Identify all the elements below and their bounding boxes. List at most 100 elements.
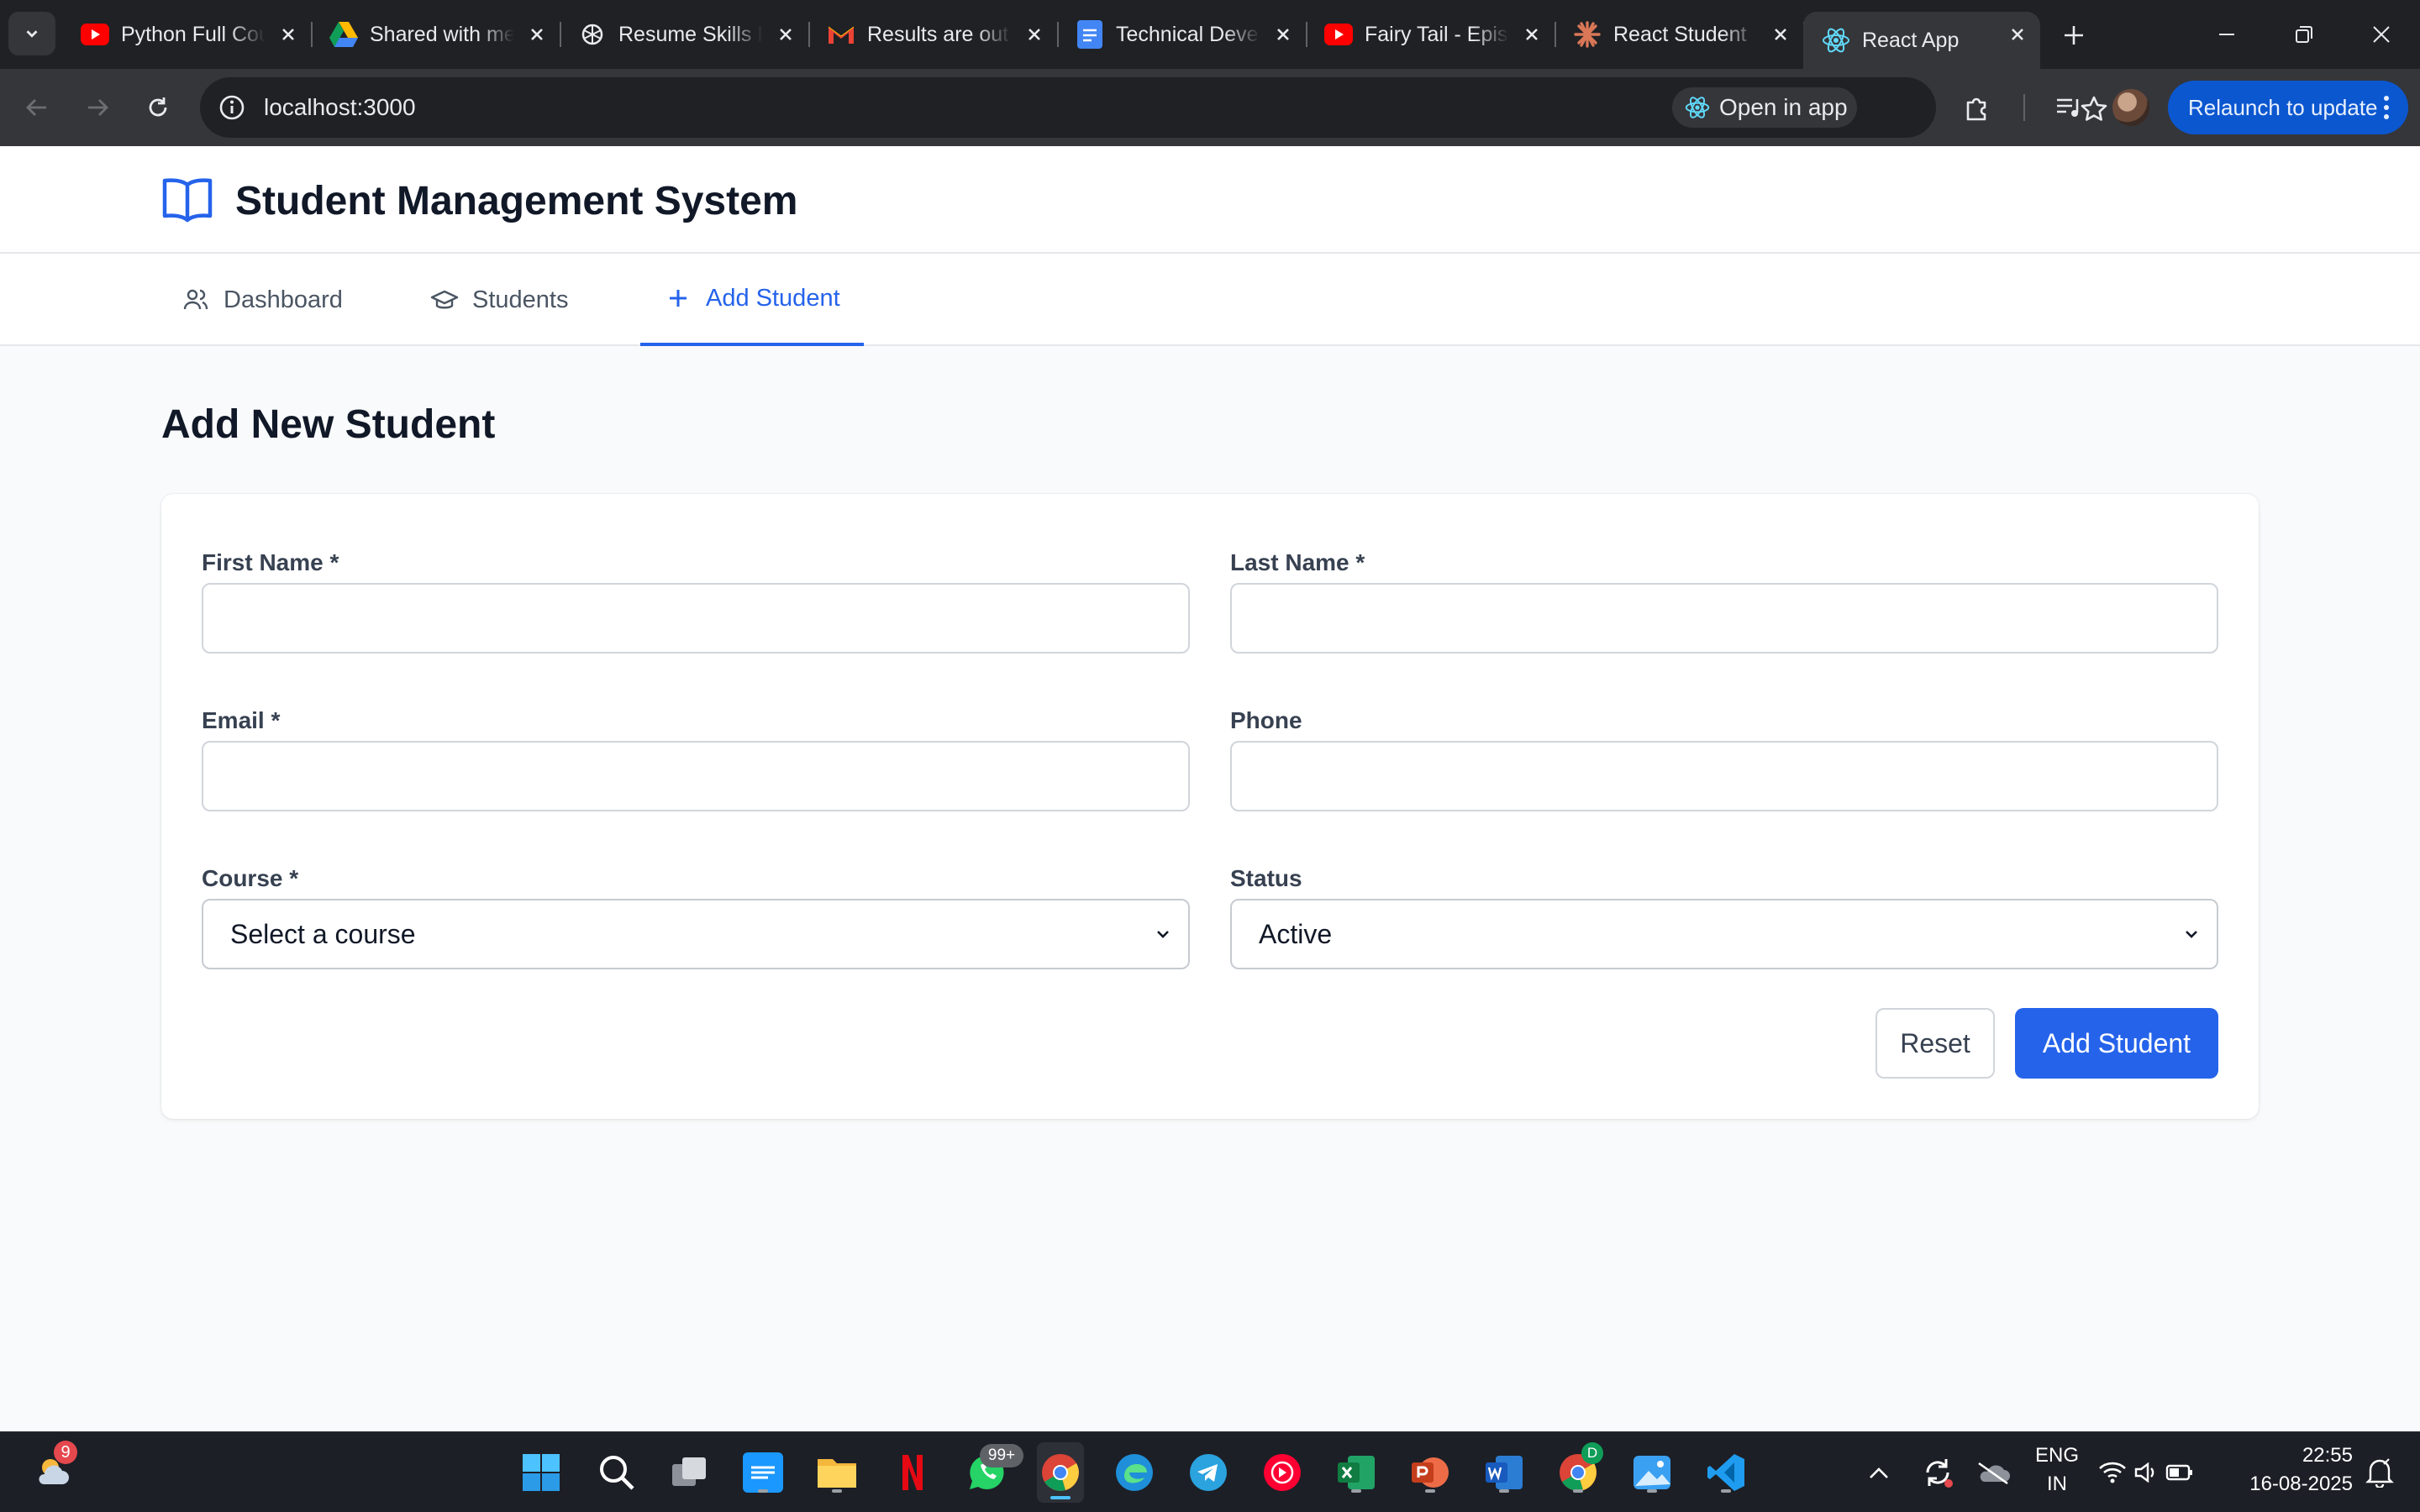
main-nav: Dashboard Students Add Student <box>0 254 2420 346</box>
language-code: ENG <box>2034 1444 2079 1467</box>
running-indicator <box>832 1489 842 1493</box>
running-indicator <box>1647 1489 1657 1493</box>
url-text[interactable]: localhost:3000 <box>264 94 416 121</box>
phone-label: Phone <box>1230 707 1302 733</box>
taskbar-word[interactable] <box>1481 1449 1528 1496</box>
first-name-label: First Name * <box>202 549 339 575</box>
taskbar-netflix[interactable] <box>889 1449 936 1496</box>
relaunch-to-update-button[interactable]: Relaunch to update <box>2168 81 2408 134</box>
open-in-app-button[interactable]: Open in app <box>1672 87 1857 128</box>
add-student-button[interactable]: Add Student <box>2015 1008 2218 1079</box>
first-name-input[interactable] <box>202 583 1190 654</box>
photos-icon <box>1634 1456 1670 1489</box>
media-controls-button[interactable] <box>2049 87 2089 128</box>
browser-tab[interactable]: Resume Skills Review <box>560 12 810 57</box>
taskbar-excel[interactable] <box>1333 1449 1380 1496</box>
chatgpt-icon <box>578 20 607 49</box>
status-select[interactable]: Active <box>1230 899 2218 969</box>
reset-button[interactable]: Reset <box>1876 1008 1995 1079</box>
taskbar-edge[interactable] <box>1111 1449 1158 1496</box>
taskbar-whatsapp[interactable]: 99+ <box>963 1444 1023 1496</box>
taskbar-youtube-music[interactable] <box>1259 1449 1306 1496</box>
powerpoint-icon <box>1412 1457 1449 1488</box>
browser-tab[interactable]: Technical Development <box>1057 12 1307 57</box>
clock-time: 22:55 <box>2302 1444 2353 1467</box>
page-title: Add New Student <box>161 402 496 447</box>
close-icon <box>2373 26 2390 43</box>
taskbar-photos[interactable] <box>1628 1449 1676 1496</box>
search-button[interactable] <box>593 1449 640 1496</box>
course-selected-value: Select a course <box>230 918 416 949</box>
restore-button[interactable] <box>2267 12 2341 57</box>
course-select[interactable]: Select a course <box>202 899 1190 969</box>
word-icon <box>1486 1456 1523 1489</box>
taskbar-telegram[interactable] <box>1185 1449 1232 1496</box>
wifi-icon <box>2099 1462 2126 1483</box>
clock[interactable]: 22:55 16-08-2025 <box>2235 1444 2353 1496</box>
taskbar-vscode[interactable] <box>1702 1449 1749 1496</box>
new-tab-button[interactable] <box>2055 17 2092 54</box>
nav-students[interactable]: Students <box>430 254 568 346</box>
taskbar-file-explorer[interactable] <box>813 1449 860 1496</box>
close-icon[interactable] <box>771 20 800 49</box>
show-hidden-icons-button[interactable] <box>1862 1449 1896 1496</box>
nav-dashboard[interactable]: Dashboard <box>182 254 343 346</box>
email-input[interactable] <box>202 741 1190 811</box>
forward-button[interactable] <box>77 87 118 128</box>
input-language[interactable]: ENG IN <box>2030 1444 2084 1496</box>
app-title: Student Management System <box>235 179 798 223</box>
quick-settings-button[interactable] <box>2097 1449 2195 1496</box>
minimize-button[interactable] <box>2190 12 2264 57</box>
close-window-button[interactable] <box>2344 12 2418 57</box>
close-icon[interactable] <box>1766 20 1795 49</box>
close-icon[interactable] <box>1518 20 1546 49</box>
taskbar-chrome[interactable] <box>1037 1442 1084 1503</box>
browser-tab[interactable]: Python Full Course <box>62 12 313 57</box>
taskbar-prime-video[interactable] <box>739 1449 786 1496</box>
toolbar-separator <box>2023 94 2025 121</box>
task-view-button[interactable] <box>666 1449 713 1496</box>
nav-label: Dashboard <box>224 286 343 313</box>
site-info-icon[interactable] <box>217 92 247 123</box>
restore-icon <box>2296 26 2312 43</box>
region-code: IN <box>2047 1473 2067 1495</box>
weather-widget[interactable]: 9 <box>30 1441 77 1496</box>
close-icon[interactable] <box>2003 20 2032 49</box>
phone-input[interactable] <box>1230 741 2218 811</box>
back-button[interactable] <box>17 87 57 128</box>
close-icon[interactable] <box>523 20 551 49</box>
browser-tab-active[interactable]: React App <box>1803 12 2040 69</box>
more-vertical-icon[interactable] <box>2381 94 2391 121</box>
browser-tab[interactable]: Shared with me <box>311 12 561 57</box>
vscode-icon <box>1707 1454 1744 1491</box>
taskbar-chrome-profile[interactable]: D <box>1555 1442 1603 1496</box>
notifications-button[interactable] <box>2361 1449 2398 1496</box>
last-name-input[interactable] <box>1230 583 2218 654</box>
search-icon <box>600 1456 634 1490</box>
claude-icon <box>1573 20 1602 49</box>
close-icon[interactable] <box>1269 20 1297 49</box>
extensions-button[interactable] <box>1958 87 1998 128</box>
taskbar-powerpoint[interactable] <box>1407 1449 1454 1496</box>
react-icon <box>1684 94 1711 121</box>
close-icon[interactable] <box>274 20 302 49</box>
nav-add-student[interactable]: Add Student <box>640 254 864 346</box>
tab-search-button[interactable] <box>8 12 55 55</box>
browser-tab[interactable]: React Student <box>1555 12 1805 57</box>
browser-tab-strip: Python Full Course Shared with me Resume… <box>0 0 2420 69</box>
browser-tab[interactable]: Results are out <box>808 12 1059 57</box>
chrome-profile-badge: D <box>1581 1442 1603 1464</box>
chevron-down-icon <box>2181 924 2202 944</box>
close-icon[interactable] <box>1020 20 1049 49</box>
youtube-icon <box>1324 20 1353 49</box>
react-icon <box>1822 26 1850 55</box>
reload-button[interactable] <box>138 87 178 128</box>
browser-tab[interactable]: Fairy Tail - Episode <box>1306 12 1556 57</box>
gmail-icon <box>827 20 855 49</box>
profile-avatar[interactable] <box>2112 89 2149 126</box>
address-bar[interactable]: localhost:3000 Open in app <box>200 77 2107 138</box>
onedrive-button[interactable] <box>1973 1449 2013 1496</box>
volume-icon <box>2134 1462 2154 1483</box>
sync-status-button[interactable] <box>1918 1449 1958 1496</box>
start-button[interactable] <box>518 1449 565 1496</box>
